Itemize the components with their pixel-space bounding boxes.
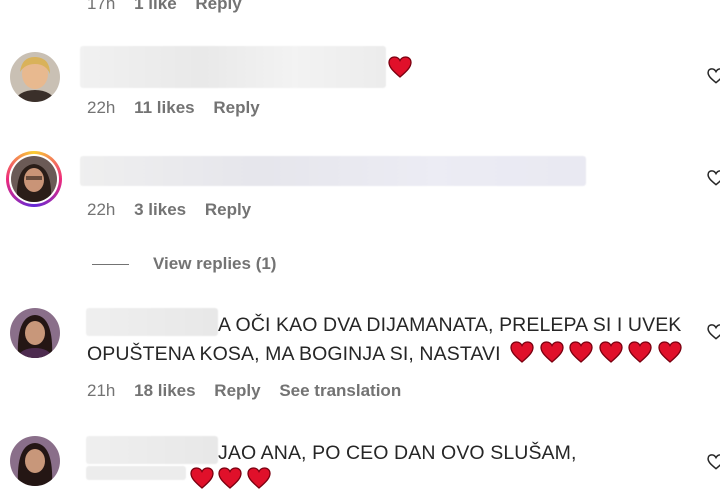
view-replies-button[interactable]: View replies (1) xyxy=(92,254,276,274)
like-heart-icon[interactable] xyxy=(706,66,720,86)
comment-likes[interactable]: 11 likes xyxy=(134,98,195,118)
like-heart-icon[interactable] xyxy=(706,322,720,342)
comment-meta-top: 17h 1 like Reply xyxy=(87,0,256,14)
heart-emoji-icon xyxy=(540,341,564,363)
heart-emoji-icon xyxy=(388,56,412,78)
username-redacted xyxy=(80,156,586,186)
avatar[interactable] xyxy=(10,436,60,486)
heart-emoji-icon xyxy=(599,341,623,363)
comment-meta: 22h 11 likes Reply xyxy=(87,98,260,118)
comment-text-line2: OPUŠTENA KOSA, MA BOGINJA SI, NASTAVI xyxy=(87,341,682,366)
heart-emoji-icon xyxy=(569,341,593,363)
reply-link[interactable]: Reply xyxy=(213,98,259,118)
reply-link[interactable]: Reply xyxy=(205,200,251,220)
avatar[interactable] xyxy=(11,156,57,202)
avatar[interactable] xyxy=(10,52,60,102)
view-replies-label: View replies (1) xyxy=(153,254,277,273)
comment-text: JAO ANA, PO CEO DAN OVO SLUŠAM, xyxy=(218,442,577,464)
username-redacted xyxy=(86,308,218,336)
reply-link[interactable]: Reply xyxy=(214,381,260,401)
heart-emoji-icon xyxy=(190,467,214,489)
divider-line xyxy=(92,264,129,266)
heart-emoji-icon xyxy=(658,341,682,363)
comment-text: A OČI KAO DVA DIJAMANATA, PRELEPA SI I U… xyxy=(218,314,682,336)
comment-time: 22h xyxy=(87,200,116,219)
username-redacted xyxy=(86,436,218,464)
username-redacted xyxy=(80,46,386,88)
avatar-story-ring[interactable] xyxy=(6,151,62,207)
reply-link[interactable]: Reply xyxy=(195,0,241,13)
comment-meta: 21h 18 likes Reply See translation xyxy=(87,381,401,401)
heart-emoji-icon xyxy=(247,467,271,489)
hearts-emoji-row xyxy=(190,467,271,491)
comment-meta: 22h 3 likes Reply xyxy=(87,200,251,220)
see-translation-link[interactable]: See translation xyxy=(279,381,401,401)
comment-text: OPUŠTENA KOSA, MA BOGINJA SI, NASTAVI xyxy=(87,343,501,365)
comment-time: 17h xyxy=(87,0,116,13)
avatar[interactable] xyxy=(10,308,60,358)
like-heart-icon[interactable] xyxy=(706,452,720,472)
heart-emoji-icon xyxy=(218,467,243,489)
comment-likes[interactable]: 3 likes xyxy=(134,200,186,220)
comment-likes[interactable]: 1 like xyxy=(134,0,177,13)
like-heart-icon[interactable] xyxy=(706,168,720,188)
text-redacted xyxy=(86,466,186,480)
comment-time: 22h xyxy=(87,98,116,117)
heart-emoji-icon xyxy=(628,341,652,363)
heart-emoji-icon xyxy=(510,341,534,363)
comment-likes[interactable]: 18 likes xyxy=(134,381,195,401)
hearts-emoji-row xyxy=(510,341,682,365)
comment-time: 21h xyxy=(87,381,116,400)
